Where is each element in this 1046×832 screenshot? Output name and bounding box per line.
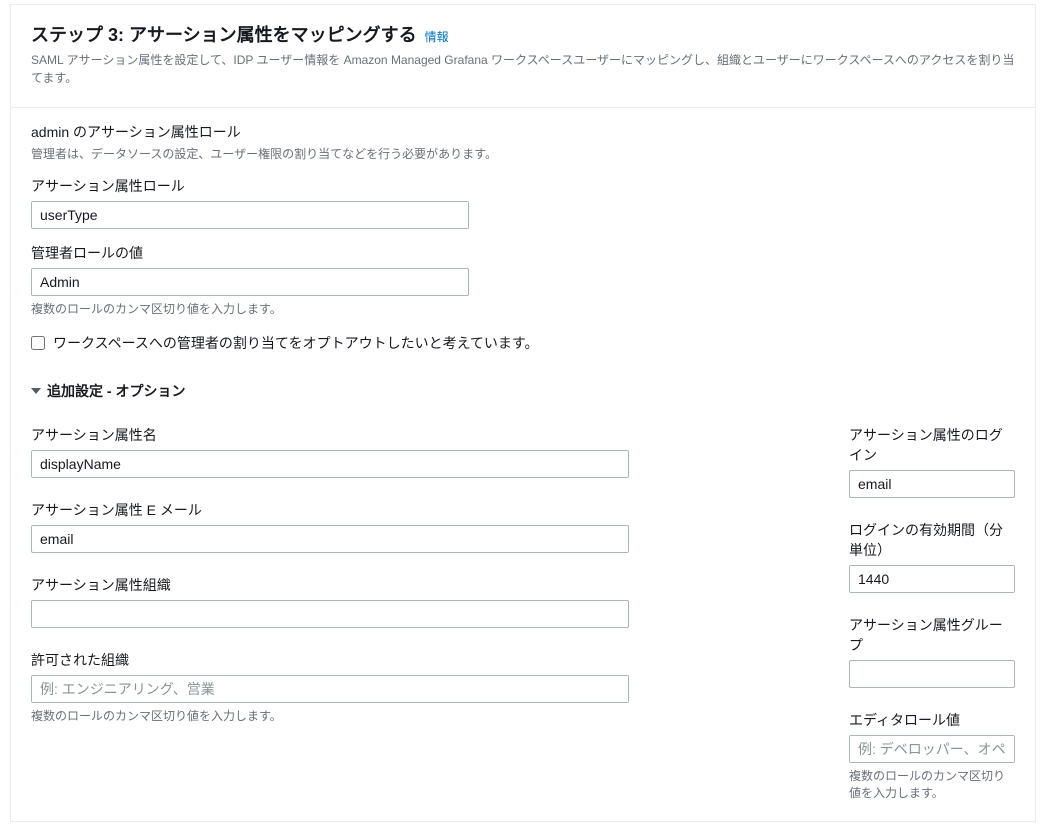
- left-column: アサーション属性名 アサーション属性 E メール アサーション属性組織 許可され…: [31, 425, 629, 801]
- additional-settings-body: アサーション属性名 アサーション属性 E メール アサーション属性組織 許可され…: [31, 425, 1015, 801]
- login-duration-label: ログインの有効期間（分単位）: [849, 520, 1015, 560]
- attr-email-input[interactable]: [31, 525, 629, 553]
- admin-role-value-input[interactable]: [31, 268, 469, 296]
- attr-email-label: アサーション属性 E メール: [31, 500, 629, 520]
- assertion-role-label: アサーション属性ロール: [31, 176, 1015, 196]
- attr-name-input[interactable]: [31, 450, 629, 478]
- info-link[interactable]: 情報: [425, 28, 449, 45]
- attr-name-label: アサーション属性名: [31, 425, 629, 445]
- allowed-org-input[interactable]: [31, 675, 629, 703]
- attr-login-input[interactable]: [849, 470, 1015, 498]
- attr-login-label: アサーション属性のログイン: [849, 425, 1015, 465]
- attr-group-label: アサーション属性グループ: [849, 615, 1015, 655]
- optout-admin-checkbox[interactable]: [31, 336, 45, 350]
- editor-role-value-label: エディタロール値: [849, 710, 1015, 730]
- attr-group-input[interactable]: [849, 660, 1015, 688]
- editor-role-value-input[interactable]: [849, 735, 1015, 763]
- caret-down-icon: [31, 388, 41, 394]
- step-description: SAML アサーション属性を設定して、IDP ユーザー情報を Amazon Ma…: [31, 51, 1015, 87]
- editor-role-value-hint: 複数のロールのカンマ区切り値を入力します。: [849, 767, 1015, 801]
- admin-role-value-hint: 複数のロールのカンマ区切り値を入力します。: [31, 300, 1015, 317]
- admin-role-value-label: 管理者ロールの値: [31, 243, 1015, 263]
- admin-section-title: admin のアサーション属性ロール: [31, 122, 1015, 142]
- attr-org-input[interactable]: [31, 600, 629, 628]
- panel-header: ステップ 3: アサーション属性をマッピングする 情報 SAML アサーション属…: [11, 5, 1035, 97]
- optout-admin-label: ワークスペースへの管理者の割り当てをオプトアウトしたいと考えています。: [53, 333, 539, 353]
- expander-label: 追加設定 - オプション: [47, 381, 185, 401]
- step3-panel: ステップ 3: アサーション属性をマッピングする 情報 SAML アサーション属…: [10, 4, 1036, 822]
- panel-body: admin のアサーション属性ロール 管理者は、データソースの設定、ユーザー権限…: [11, 108, 1035, 821]
- additional-settings-expander[interactable]: 追加設定 - オプション: [31, 381, 1015, 401]
- step-title: ステップ 3: アサーション属性をマッピングする: [31, 21, 417, 47]
- right-column: アサーション属性のログイン ログインの有効期間（分単位） アサーション属性グルー…: [849, 425, 1015, 801]
- attr-org-label: アサーション属性組織: [31, 575, 629, 595]
- assertion-role-input[interactable]: [31, 201, 469, 229]
- login-duration-input[interactable]: [849, 565, 1015, 593]
- allowed-org-hint: 複数のロールのカンマ区切り値を入力します。: [31, 707, 629, 724]
- allowed-org-label: 許可された組織: [31, 650, 629, 670]
- admin-section-desc: 管理者は、データソースの設定、ユーザー権限の割り当てなどを行う必要があります。: [31, 145, 1015, 162]
